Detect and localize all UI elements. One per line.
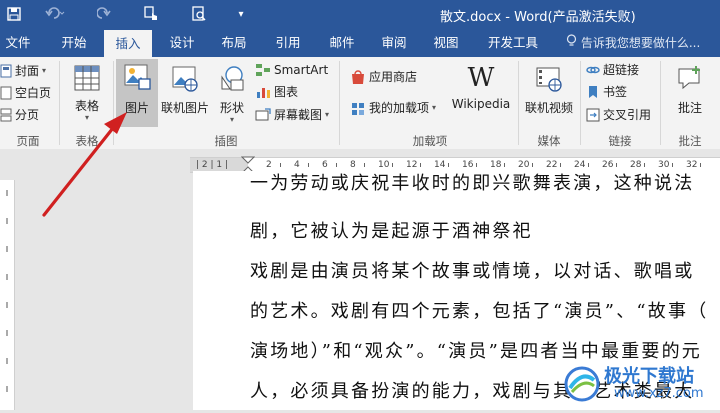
watermark-url: www.xz7.com	[614, 386, 704, 401]
watermark-name: 极光下载站	[604, 366, 694, 387]
red-arrow-annotation	[42, 112, 127, 217]
aurora-logo-icon	[564, 366, 600, 402]
watermark-logo: 极光下载站 www.xz7.com	[560, 358, 720, 410]
